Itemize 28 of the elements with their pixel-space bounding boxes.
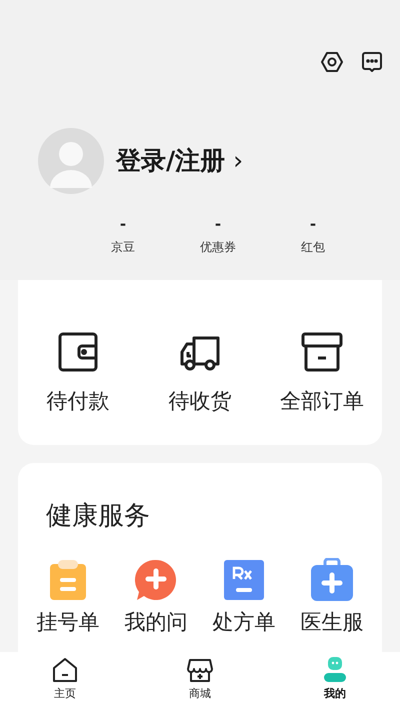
health-service-button[interactable]: 我的问 xyxy=(112,558,200,636)
nav-tab[interactable]: 我的 xyxy=(300,656,370,710)
stat-label[interactable]: 红包 xyxy=(301,238,325,256)
wallet-icon xyxy=(56,330,100,374)
store-icon xyxy=(186,656,214,684)
profile-icon xyxy=(321,656,349,684)
nav-tab[interactable]: 商城 xyxy=(165,656,235,710)
home-icon xyxy=(51,656,79,684)
order-button[interactable]: 待付款 xyxy=(18,330,138,445)
stat-label[interactable]: 优惠券 xyxy=(200,238,236,256)
chat-plus-icon xyxy=(134,558,178,602)
stat-label[interactable]: 京豆 xyxy=(111,238,135,256)
prescription-icon xyxy=(222,558,266,602)
login-link[interactable]: 登录/注册 › xyxy=(116,142,244,180)
settings-icon[interactable] xyxy=(320,50,344,74)
message-icon[interactable] xyxy=(360,50,384,74)
medical-kit-icon xyxy=(310,558,354,602)
stat-value: - xyxy=(310,214,316,234)
section-title: 健康服务 xyxy=(45,500,151,533)
order-button[interactable]: 待收货 xyxy=(140,330,260,445)
stat-value: - xyxy=(120,214,126,234)
health-service-button[interactable]: 处方单 xyxy=(200,558,288,636)
order-button[interactable]: 全部订单 xyxy=(262,330,382,445)
health-service-button[interactable]: 医生服 xyxy=(288,558,376,636)
health-service-button[interactable]: 挂号单 xyxy=(24,558,112,636)
box-icon xyxy=(300,330,344,374)
stat-value: - xyxy=(214,214,222,234)
nav-tab[interactable]: 主页 xyxy=(30,656,100,710)
